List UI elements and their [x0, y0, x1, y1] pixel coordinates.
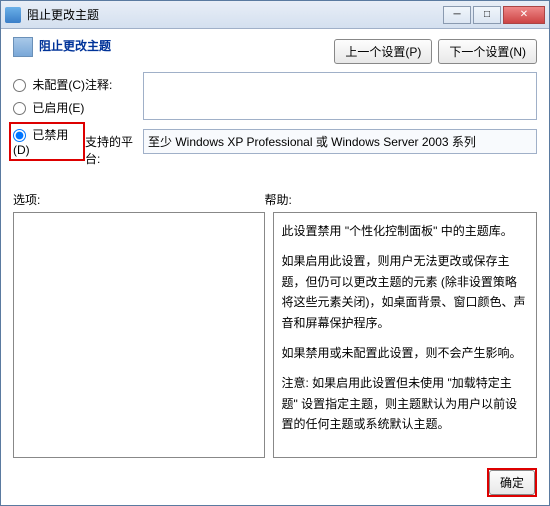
radio-not-configured[interactable]: 未配置(C) — [13, 76, 85, 93]
help-panel: 此设置禁用 "个性化控制面板" 中的主题库。 如果启用此设置，则用户无法更改或保… — [273, 212, 537, 458]
platform-value: 至少 Windows XP Professional 或 Windows Ser… — [143, 129, 537, 154]
help-label: 帮助: — [265, 191, 292, 208]
options-panel — [13, 212, 265, 458]
radio-enabled[interactable]: 已启用(E) — [13, 99, 85, 116]
help-text-1: 此设置禁用 "个性化控制面板" 中的主题库。 — [282, 221, 528, 241]
app-icon — [5, 7, 21, 23]
options-label: 选项: — [13, 191, 265, 208]
radio-disabled[interactable]: 已禁用(D) — [13, 126, 81, 157]
radio-disabled-input[interactable] — [13, 129, 26, 142]
highlight-ok: 确定 — [487, 468, 537, 497]
titlebar: 阻止更改主题 ─ □ ✕ — [1, 1, 549, 29]
comment-label: 注释: — [85, 72, 143, 93]
highlight-disabled: 已禁用(D) — [9, 122, 85, 161]
help-text-4: 注意: 如果启用此设置但未使用 "加载特定主题" 设置指定主题，则主题默认为用户… — [282, 373, 528, 434]
next-setting-button[interactable]: 下一个设置(N) — [438, 39, 537, 64]
help-text-3: 如果禁用或未配置此设置，则不会产生影响。 — [282, 343, 528, 363]
platform-label: 支持的平台: — [85, 129, 143, 167]
help-text-2: 如果启用此设置，则用户无法更改或保存主题，但仍可以更改主题的元素 (除非设置策略… — [282, 251, 528, 333]
radio-enabled-input[interactable] — [13, 102, 26, 115]
page-title: 阻止更改主题 — [39, 37, 334, 54]
maximize-button[interactable]: □ — [473, 6, 501, 24]
close-button[interactable]: ✕ — [503, 6, 545, 24]
radio-not-configured-input[interactable] — [13, 79, 26, 92]
prev-setting-button[interactable]: 上一个设置(P) — [334, 39, 432, 64]
minimize-button[interactable]: ─ — [443, 6, 471, 24]
comment-input[interactable] — [143, 72, 537, 120]
window-title: 阻止更改主题 — [27, 6, 443, 23]
policy-icon — [13, 37, 33, 57]
ok-button[interactable]: 确定 — [489, 470, 535, 495]
